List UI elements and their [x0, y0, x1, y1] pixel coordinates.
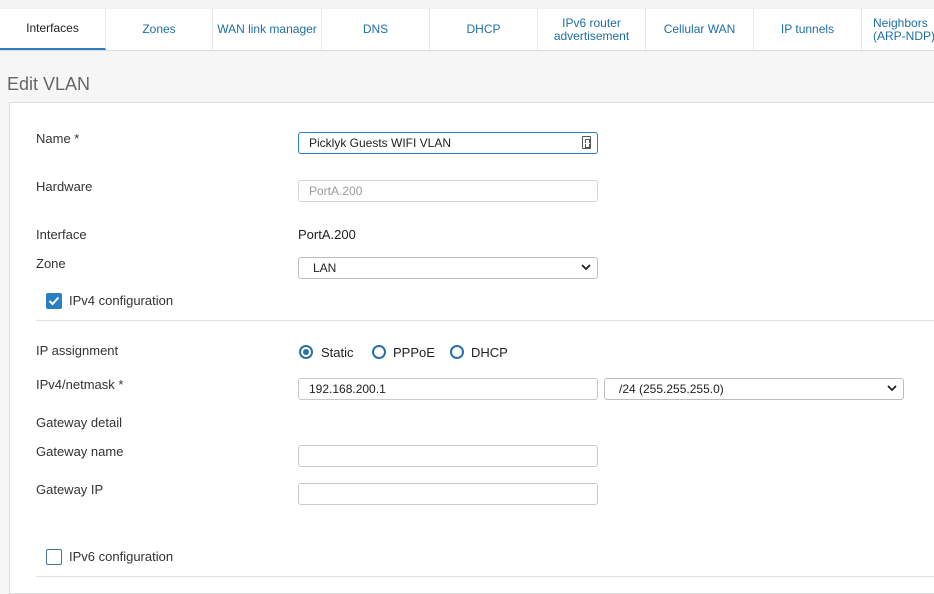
ipv4-config-label: IPv4 configuration — [69, 293, 174, 308]
radio-pppoe[interactable] — [372, 345, 386, 359]
radio-dhcp-label: DHCP — [471, 345, 508, 360]
zone-select-value: LAN — [313, 261, 337, 275]
check-icon — [48, 296, 60, 306]
tab-dns[interactable]: DNS — [322, 9, 430, 50]
name-label: Name * — [36, 131, 80, 146]
hardware-label: Hardware — [36, 179, 93, 194]
tab-ipv6-router-advertisement[interactable]: IPv6 router advertisement — [538, 9, 646, 50]
gateway-name-label: Gateway name — [36, 444, 124, 459]
ipv6-config-checkbox[interactable] — [46, 549, 62, 565]
tab-interfaces[interactable]: Interfaces — [0, 9, 106, 50]
gateway-detail-label: Gateway detail — [36, 415, 122, 430]
tab-zones[interactable]: Zones — [106, 9, 213, 50]
radio-static[interactable] — [299, 345, 313, 359]
tab-neighbors[interactable]: Neighbors (ARP-NDP) — [862, 9, 934, 50]
ipv4-address-value: 192.168.200.1 — [309, 382, 386, 396]
netmask-label: IPv4/netmask * — [36, 377, 124, 392]
gateway-ip-input[interactable] — [298, 483, 598, 505]
interface-label: Interface — [36, 227, 87, 242]
ipv6-config-label: IPv6 configuration — [69, 549, 174, 564]
ipv4-address-input[interactable]: 192.168.200.1 — [298, 378, 598, 400]
netmask-select-value: /24 (255.255.255.0) — [619, 382, 724, 396]
chevron-down-icon — [887, 385, 897, 392]
hardware-input: PortA.200 — [298, 180, 598, 202]
tab-cellular-wan[interactable]: Cellular WAN — [646, 9, 754, 50]
page-title: Edit VLAN — [7, 74, 91, 94]
tab-bar: Interfaces Zones WAN link manager DNS DH… — [0, 9, 934, 51]
tab-wan-link-manager[interactable]: WAN link manager — [213, 9, 322, 50]
ipv4-config-checkbox[interactable] — [46, 293, 62, 309]
hardware-input-value: PortA.200 — [309, 184, 363, 198]
section-divider-bottom — [36, 576, 934, 577]
gateway-ip-label: Gateway IP — [36, 482, 104, 497]
gateway-name-input[interactable] — [298, 445, 598, 467]
section-divider — [36, 320, 934, 321]
name-input-value: Picklyk Guests WIFI VLAN — [309, 136, 452, 150]
radio-dhcp[interactable] — [450, 345, 464, 359]
radio-static-label: Static — [321, 345, 354, 360]
chevron-down-icon — [581, 264, 591, 271]
name-input[interactable]: Picklyk Guests WIFI VLAN — [298, 132, 598, 154]
zone-select[interactable]: LAN — [298, 257, 598, 279]
ip-assignment-label: IP assignment — [36, 343, 119, 358]
tab-ip-tunnels[interactable]: IP tunnels — [754, 9, 862, 50]
tab-dhcp[interactable]: DHCP — [430, 9, 538, 50]
zone-label: Zone — [36, 256, 66, 271]
netmask-select[interactable]: /24 (255.255.255.0) — [604, 378, 904, 400]
credential-picker-icon[interactable] — [582, 136, 591, 149]
radio-pppoe-label: PPPoE — [393, 345, 435, 360]
interface-value: PortA.200 — [298, 227, 356, 242]
